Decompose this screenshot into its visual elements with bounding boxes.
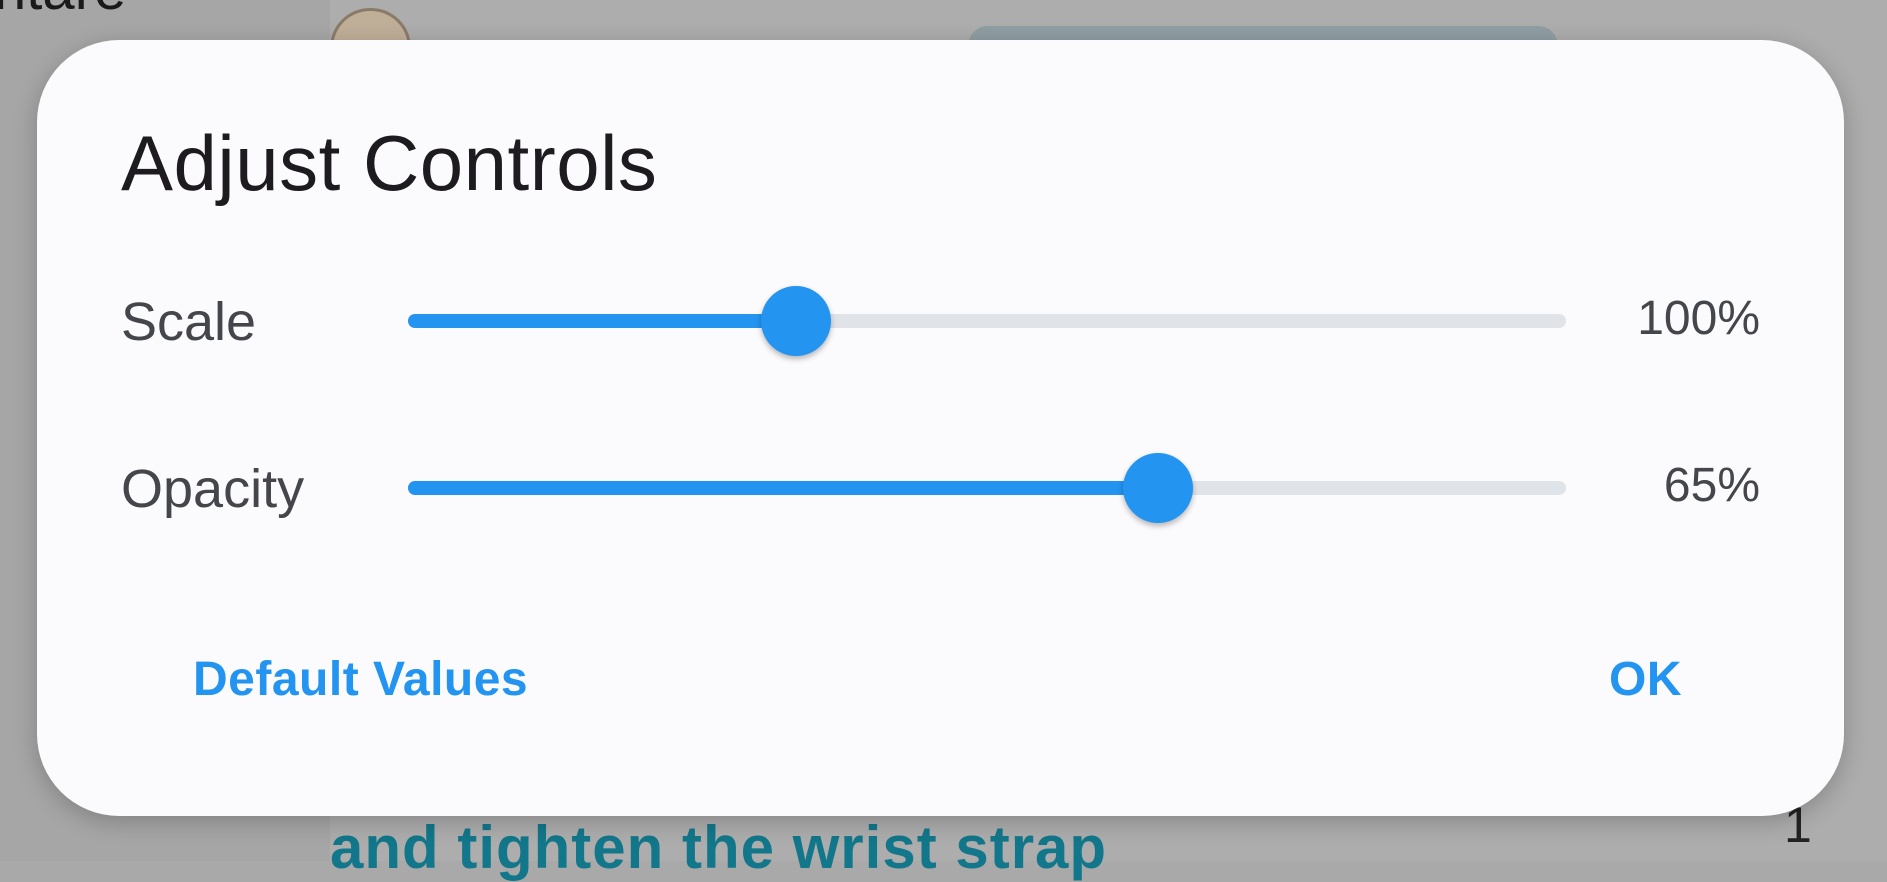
opacity-slider-thumb[interactable] bbox=[1123, 453, 1194, 523]
scale-label: Scale bbox=[121, 292, 257, 352]
scale-slider-fill bbox=[408, 314, 796, 328]
scale-slider-thumb[interactable] bbox=[760, 286, 831, 356]
opacity-row: Opacity 65% bbox=[37, 448, 1844, 528]
background-instruction-text: and tighten the wrist strap bbox=[330, 814, 1108, 881]
scale-slider[interactable] bbox=[408, 286, 1566, 356]
dialog-title: Adjust Controls bbox=[121, 119, 658, 207]
opacity-label: Opacity bbox=[121, 459, 305, 519]
background-partial-title: ntare bbox=[0, 0, 126, 23]
adjust-controls-dialog: Adjust Controls Scale 100% Opacity 65% D… bbox=[37, 40, 1844, 816]
default-values-button[interactable]: Default Values bbox=[193, 652, 528, 707]
scale-row: Scale 100% bbox=[37, 281, 1844, 361]
opacity-value: 65% bbox=[1663, 459, 1760, 512]
ok-button[interactable]: OK bbox=[1609, 652, 1682, 707]
scale-value: 100% bbox=[1637, 292, 1760, 345]
opacity-slider[interactable] bbox=[408, 453, 1566, 523]
opacity-slider-fill bbox=[408, 481, 1159, 495]
